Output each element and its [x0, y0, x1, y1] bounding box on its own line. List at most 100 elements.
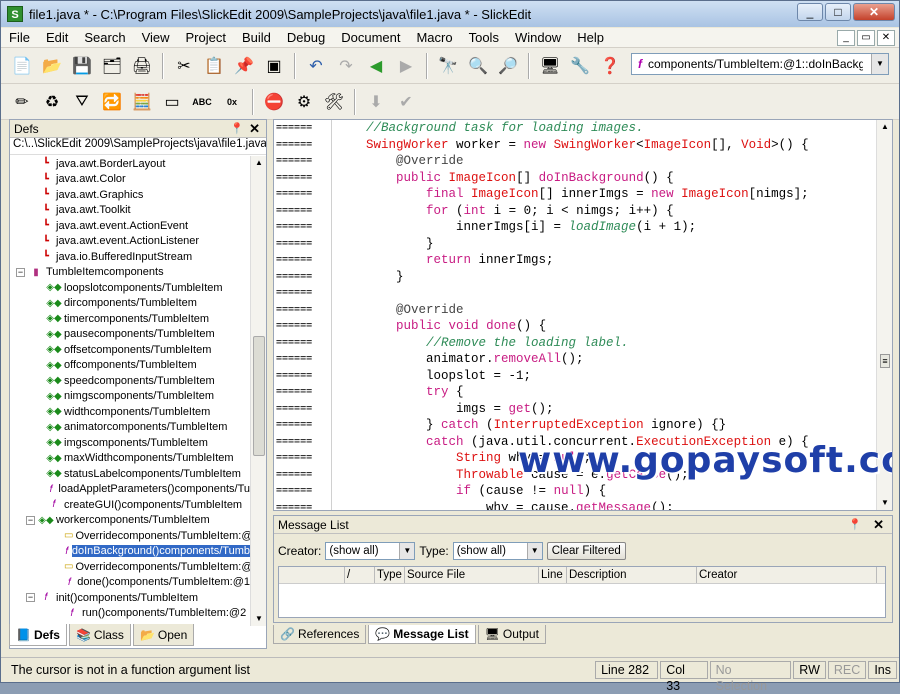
tree-item[interactable]: ◈◆ offcomponents/TumbleItem: [10, 358, 250, 374]
code-line[interactable]: why = cause.getMessage();: [336, 500, 874, 511]
column-header[interactable]: /: [345, 567, 375, 583]
undo-icon[interactable]: ↶: [303, 53, 329, 79]
scroll-down-icon[interactable]: ▼: [877, 496, 892, 510]
code-line[interactable]: //Remove the loading label.: [336, 335, 874, 352]
tree-item[interactable]: ◈◆ pausecomponents/TumbleItem: [10, 327, 250, 343]
refresh-icon[interactable]: ♻: [39, 89, 65, 115]
tree-item[interactable]: ▭ Overridecomponents/TumbleItem:@: [10, 528, 250, 544]
tree-item[interactable]: ◈◆ timercomponents/TumbleItem: [10, 311, 250, 327]
open-folder-icon[interactable]: 📂: [39, 53, 65, 79]
cut-icon[interactable]: ✂: [171, 53, 197, 79]
hex-icon[interactable]: 0x: [219, 89, 245, 115]
code-editor[interactable]: ====== ====== ====== ====== ====== ====== ====…: [273, 119, 893, 511]
column-header[interactable]: [279, 567, 345, 583]
tree-item[interactable]: ◈◆ speedcomponents/TumbleItem: [10, 373, 250, 389]
save-all-icon[interactable]: 🗂: [99, 53, 125, 79]
code-line[interactable]: innerImgs[i] = loadImage(i + 1);: [336, 219, 874, 236]
mdi-restore-button[interactable]: ▭: [857, 30, 875, 46]
tree-item[interactable]: 𝑓 done()components/TumbleItem:@1: [10, 575, 250, 591]
close-icon[interactable]: ✕: [249, 121, 260, 137]
chevron-down-icon[interactable]: ▼: [526, 543, 542, 559]
print-icon[interactable]: 🖨: [129, 53, 155, 79]
menu-macro[interactable]: Macro: [408, 28, 460, 48]
tree-item[interactable]: ◈◆ offsetcomponents/TumbleItem: [10, 342, 250, 358]
tree-item[interactable]: 𝑓 loadAppletParameters()components/Tu: [10, 482, 250, 498]
tree-item[interactable]: ┗ java.awt.event.ActionEvent: [10, 218, 250, 234]
paste-icon[interactable]: 📌: [231, 53, 257, 79]
tree-item[interactable]: − ▮ TumbleItemcomponents: [10, 265, 250, 281]
tree-item[interactable]: ◈◆ maxWidthcomponents/TumbleItem: [10, 451, 250, 467]
menu-view[interactable]: View: [134, 28, 178, 48]
collapse-icon[interactable]: −: [26, 593, 35, 603]
close-icon[interactable]: ✕: [873, 517, 884, 533]
code-line[interactable]: imgs = get();: [336, 401, 874, 418]
close-button[interactable]: ✕: [853, 3, 895, 21]
tree-item[interactable]: 𝑓 run()components/TumbleItem:@2: [10, 606, 250, 622]
tree-item[interactable]: ◈◆ imgscomponents/TumbleItem: [10, 435, 250, 451]
command-line-icon[interactable]: ▭: [159, 89, 185, 115]
filter-icon[interactable]: ⛛: [69, 89, 95, 115]
tree-item[interactable]: ┗ java.awt.Color: [10, 172, 250, 188]
code-line[interactable]: SwingWorker worker = new SwingWorker<Ima…: [336, 137, 874, 154]
menu-document[interactable]: Document: [333, 28, 408, 48]
code-line[interactable]: }: [336, 236, 874, 253]
code-line[interactable]: try {: [336, 384, 874, 401]
code-line[interactable]: [336, 285, 874, 302]
tree-item[interactable]: ┗ java.awt.event.ActionListener: [10, 234, 250, 250]
tree-item[interactable]: ◈◆ nimgscomponents/TumbleItem: [10, 389, 250, 405]
column-header[interactable]: Type: [375, 567, 405, 583]
rw-indicator[interactable]: RW: [793, 660, 826, 679]
type-select[interactable]: (show all) ▼: [452, 542, 543, 560]
calculator-icon[interactable]: 🧮: [129, 89, 155, 115]
tree-item[interactable]: ┗ java.awt.Graphics: [10, 187, 250, 203]
tab-message-list[interactable]: 💬 Message List: [368, 625, 476, 644]
tab-output[interactable]: 🖥 Output: [477, 625, 546, 644]
current-context-combo[interactable]: f components/TumbleItem:@1::doInBackgrou…: [631, 53, 889, 75]
code-line[interactable]: if (cause != null) {: [336, 483, 874, 500]
column-header[interactable]: Source File: [405, 567, 539, 583]
menu-search[interactable]: Search: [76, 28, 133, 48]
creator-select[interactable]: (show all) ▼: [325, 542, 416, 560]
clear-filtered-button[interactable]: Clear Filtered: [546, 542, 626, 560]
find-prev-icon[interactable]: 🔍: [465, 53, 491, 79]
scroll-mark-icon[interactable]: ≡: [880, 354, 890, 368]
copy-icon[interactable]: 📋: [201, 53, 227, 79]
code-line[interactable]: return innerImgs;: [336, 252, 874, 269]
menu-edit[interactable]: Edit: [38, 28, 76, 48]
tab-defs[interactable]: 📘 Defs: [9, 624, 67, 646]
collapse-icon[interactable]: −: [26, 515, 35, 525]
tree-item[interactable]: − 𝑓 init()components/TumbleItem: [10, 590, 250, 606]
column-header[interactable]: Creator: [697, 567, 877, 583]
tree-item[interactable]: ◈◆ loopslotcomponents/TumbleItem: [10, 280, 250, 296]
step-icon[interactable]: ⬇: [363, 89, 389, 115]
tree-item[interactable]: ┗ java.io.BufferedInputStream: [10, 249, 250, 265]
tree-item[interactable]: ◈◆ statusLabelcomponents/TumbleItem: [10, 466, 250, 482]
diff-icon[interactable]: 🔁: [99, 89, 125, 115]
menu-tools[interactable]: Tools: [461, 28, 507, 48]
defs-scrollbar[interactable]: ▲ ▼: [250, 156, 266, 626]
code-line[interactable]: //Background task for loading images.: [336, 120, 874, 137]
collapse-icon[interactable]: −: [16, 267, 25, 277]
minimize-button[interactable]: _: [797, 3, 823, 21]
menu-help[interactable]: Help: [569, 28, 612, 48]
tree-item[interactable]: ◈◆ animatorcomponents/TumbleItem: [10, 420, 250, 436]
find-icon[interactable]: 🔭: [435, 53, 461, 79]
code-line[interactable]: @Override: [336, 153, 874, 170]
rec-indicator[interactable]: REC: [827, 660, 867, 679]
beautify-icon[interactable]: ✏: [9, 89, 35, 115]
menu-file[interactable]: File: [1, 28, 38, 48]
tree-item[interactable]: 𝑓 doInBackground()components/Tumb: [10, 544, 250, 560]
code-line[interactable]: @Override: [336, 302, 874, 319]
scroll-up-icon[interactable]: ▲: [877, 120, 892, 134]
ins-indicator[interactable]: Ins: [868, 660, 897, 679]
tree-item[interactable]: ▭ Overridecomponents/TumbleItem:@: [10, 559, 250, 575]
scroll-thumb[interactable]: [253, 336, 265, 456]
tree-item[interactable]: ┗ java.awt.BorderLayout: [10, 156, 250, 172]
new-file-icon[interactable]: 📄: [9, 53, 35, 79]
mdi-minimize-button[interactable]: _: [837, 30, 855, 46]
pin-icon[interactable]: 📍: [230, 122, 244, 135]
title-bar[interactable]: S file1.java * - C:\Program Files\SlickE…: [1, 1, 899, 27]
code-line[interactable]: for (int i = 0; i < nimgs; i++) {: [336, 203, 874, 220]
spell-check-icon[interactable]: ABC: [189, 89, 215, 115]
tab-class[interactable]: 📚 Class: [68, 624, 131, 646]
